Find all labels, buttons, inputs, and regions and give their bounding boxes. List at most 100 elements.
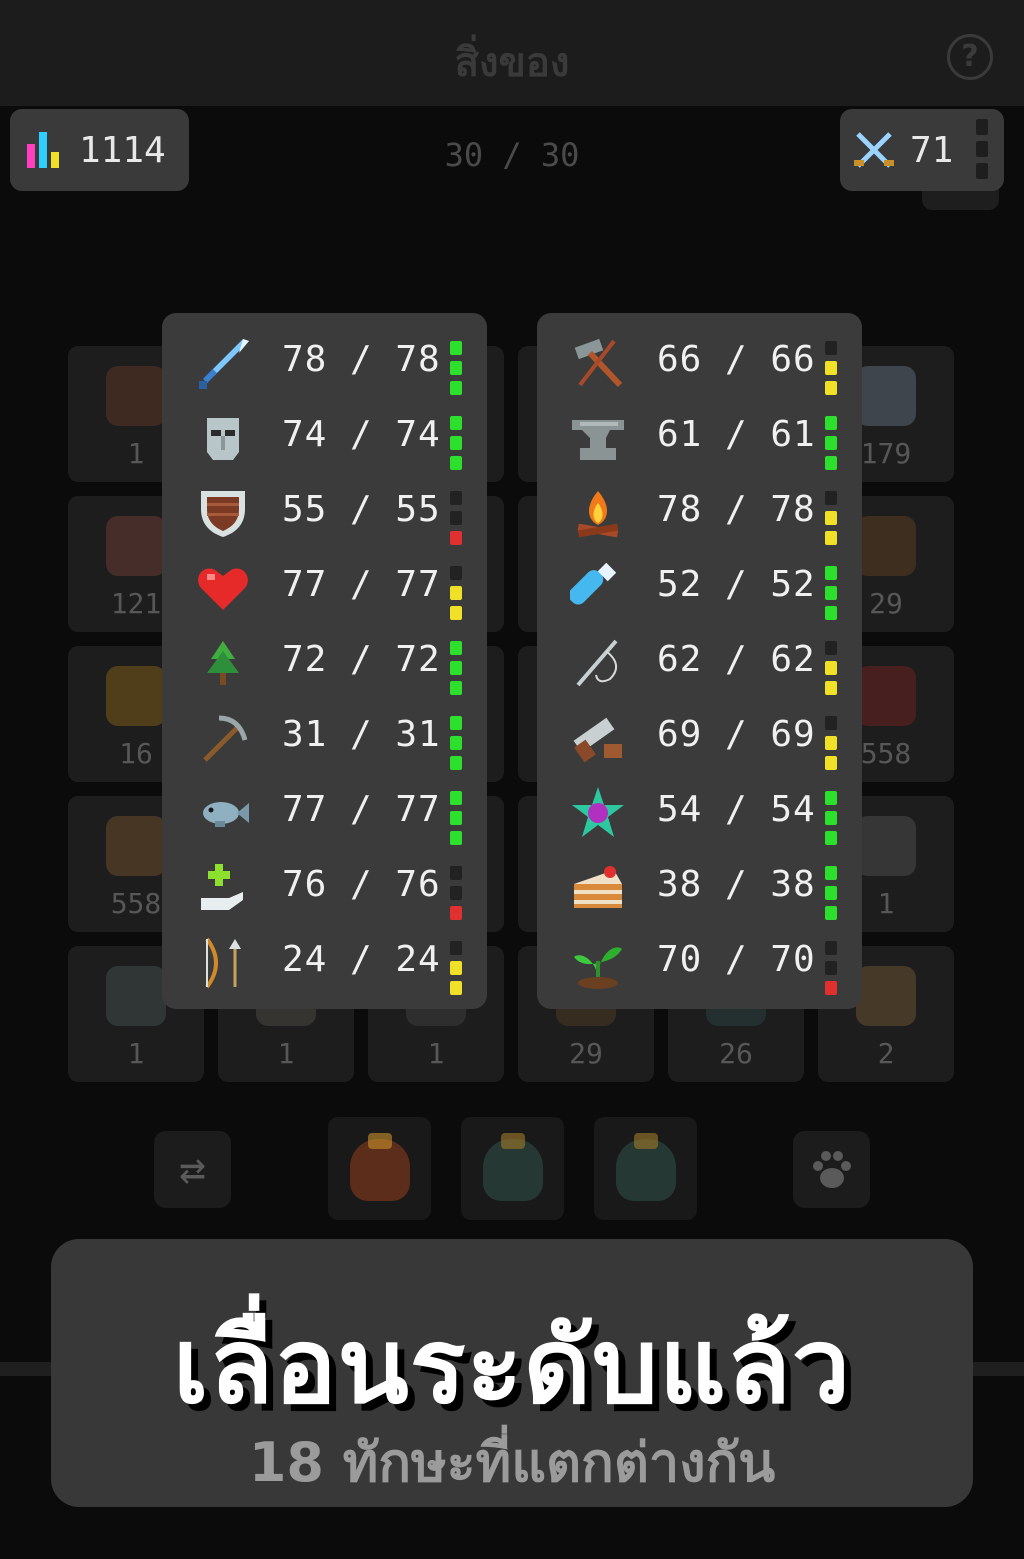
skill-level-value: 62 / 62 — [657, 639, 816, 680]
skill-row[interactable]: 72 / 72 — [162, 625, 487, 700]
meter-segment — [825, 716, 837, 730]
meter-segment — [450, 941, 462, 955]
item-quantity: 1 — [427, 1037, 445, 1070]
help-button[interactable]: ? — [947, 34, 993, 80]
meter-segment — [825, 906, 837, 920]
meter-segment — [450, 606, 462, 620]
skill-row[interactable]: 77 / 77 — [162, 550, 487, 625]
crossed-swords-icon — [854, 132, 894, 168]
skill-level-value: 31 / 31 — [282, 714, 441, 755]
skill-meter — [824, 716, 838, 780]
item-art — [856, 366, 916, 426]
meter-segment — [825, 791, 837, 805]
skill-row[interactable]: 54 / 54 — [537, 775, 862, 850]
skill-row[interactable]: 78 / 78 — [162, 325, 487, 400]
fish-icon — [195, 785, 251, 841]
skill-row[interactable]: 70 / 70 — [537, 925, 862, 1000]
skill-level-value: 61 / 61 — [657, 414, 816, 455]
skill-meter — [449, 416, 463, 480]
meter-segment — [825, 831, 837, 845]
meter-segment — [825, 756, 837, 770]
swap-icon: ⇄ — [179, 1144, 206, 1195]
saw-icon — [570, 710, 626, 766]
meter-segment — [450, 681, 462, 695]
skill-row[interactable]: 61 / 61 — [537, 400, 862, 475]
skill-level-value: 24 / 24 — [282, 939, 441, 980]
bag-knot — [501, 1133, 525, 1149]
anvil-icon — [570, 410, 626, 466]
skill-meter — [449, 491, 463, 555]
skill-meter — [824, 641, 838, 705]
bag-slot[interactable] — [594, 1117, 697, 1220]
swap-button[interactable]: ⇄ — [154, 1131, 231, 1208]
skill-row[interactable]: 38 / 38 — [537, 850, 862, 925]
potion-vial-icon — [568, 560, 626, 616]
skill-row[interactable]: 62 / 62 — [537, 625, 862, 700]
pet-button[interactable] — [793, 1131, 870, 1208]
item-quantity: 2 — [877, 1037, 895, 1070]
meter-segment — [825, 886, 837, 900]
bag-slot[interactable] — [328, 1117, 431, 1220]
top-bar: สิ่งของ ? — [0, 0, 1024, 106]
item-art — [106, 366, 166, 426]
skill-row[interactable]: 24 / 24 — [162, 925, 487, 1000]
skill-row[interactable]: 76 / 76 — [162, 850, 487, 925]
meter-segment — [825, 511, 837, 525]
meter-segment — [450, 586, 462, 600]
skill-meter — [824, 941, 838, 1005]
meter-segment — [450, 531, 462, 545]
meter-segment — [825, 866, 837, 880]
bow-icon — [195, 935, 251, 991]
meter-segment — [825, 361, 837, 375]
meter-segment — [450, 756, 462, 770]
bag-knot — [368, 1133, 392, 1149]
skill-row[interactable]: 31 / 31 — [162, 700, 487, 775]
meter-segment — [825, 416, 837, 430]
sword-icon — [195, 335, 251, 391]
skill-row[interactable]: 55 / 55 — [162, 475, 487, 550]
skill-row[interactable]: 52 / 52 — [537, 550, 862, 625]
skill-row[interactable]: 66 / 66 — [537, 325, 862, 400]
meter-segment — [825, 381, 837, 395]
combat-level-value: 71 — [910, 129, 954, 171]
meter-segment — [450, 906, 462, 920]
meter-segment — [450, 886, 462, 900]
skill-level-value: 77 / 77 — [282, 564, 441, 605]
meter-segment — [825, 436, 837, 450]
meter-segment — [825, 456, 837, 470]
meter-segment — [450, 566, 462, 580]
skill-row[interactable]: 69 / 69 — [537, 700, 862, 775]
magic-star-icon — [570, 785, 626, 841]
meter-segment — [450, 456, 462, 470]
skill-level-value: 69 / 69 — [657, 714, 816, 755]
skill-row[interactable]: 74 / 74 — [162, 400, 487, 475]
item-art — [106, 516, 166, 576]
skill-meter — [824, 566, 838, 630]
menu-dots-icon[interactable] — [976, 119, 988, 181]
skill-level-value: 66 / 66 — [657, 339, 816, 380]
skill-row[interactable]: 78 / 78 — [537, 475, 862, 550]
banner-subtitle: 18 ทักษะที่แตกต่างกัน — [248, 1431, 776, 1494]
skill-level-value: 52 / 52 — [657, 564, 816, 605]
meter-segment — [825, 531, 837, 545]
bag-slot[interactable] — [461, 1117, 564, 1220]
skill-level-value: 38 / 38 — [657, 864, 816, 905]
skill-meter — [449, 716, 463, 780]
needle-icon — [570, 635, 626, 691]
skill-meter — [449, 791, 463, 855]
combat-level-button[interactable]: 71 — [840, 109, 1004, 191]
skill-level-value: 76 / 76 — [282, 864, 441, 905]
item-art — [856, 666, 916, 726]
item-quantity: 26 — [719, 1037, 753, 1070]
meter-segment — [825, 491, 837, 505]
meter-segment — [825, 586, 837, 600]
meter-segment — [450, 511, 462, 525]
paw-icon — [812, 1150, 851, 1188]
meter-segment — [450, 341, 462, 355]
meter-segment — [825, 981, 837, 995]
item-quantity: 1 — [127, 1037, 145, 1070]
item-art — [106, 966, 166, 1026]
pickaxe-icon — [195, 710, 251, 766]
skill-level-value: 70 / 70 — [657, 939, 816, 980]
skill-row[interactable]: 77 / 77 — [162, 775, 487, 850]
